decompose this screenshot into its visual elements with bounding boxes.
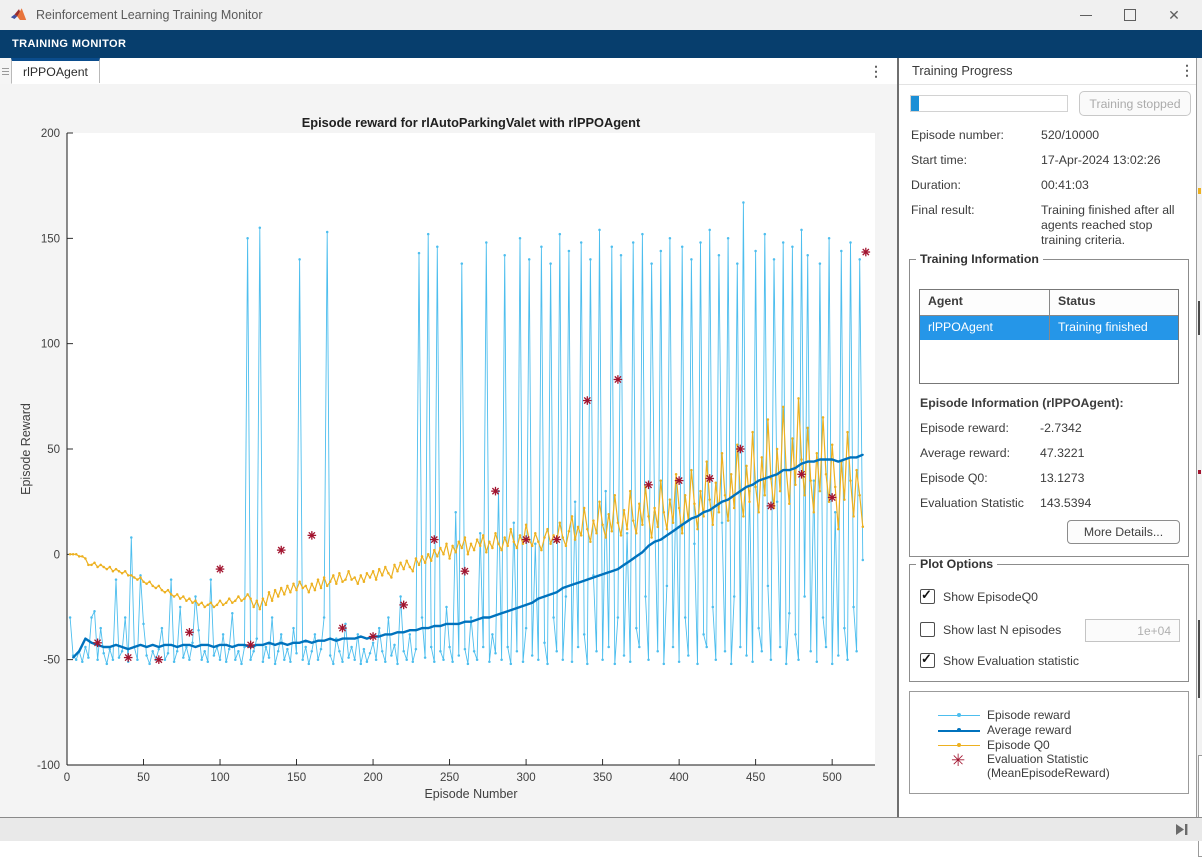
checkbox-icon [920, 622, 935, 637]
training-stopped-button[interactable]: Training stopped [1079, 91, 1191, 116]
legend-label-line2: (MeanEpisodeReward) [987, 766, 1110, 781]
show-evaluation-statistic-checkbox[interactable]: Show Evaluation statistic [920, 653, 1079, 668]
tab-label: rlPPOAgent [23, 65, 88, 79]
training-chart: 0 50 100 150 200 250 300 350 400 450 500 -100 -50 0 50… [0, 84, 897, 817]
horizontal-scroll-strip[interactable] [0, 817, 1202, 841]
tab-rlppoagent[interactable]: rlPPOAgent [11, 58, 100, 83]
training-progress-bar [910, 95, 1068, 112]
status-column-header: Status [1049, 290, 1178, 315]
panel-header: Training Progress ⋮ [899, 58, 1196, 85]
maximize-icon [1124, 9, 1136, 21]
window-controls: ✕ [1064, 0, 1196, 30]
duration-label: Duration: [911, 178, 961, 192]
matlab-logo-icon [10, 7, 28, 23]
average-reward-value: 47.3221 [1040, 446, 1084, 460]
plot-options-title: Plot Options [916, 557, 997, 571]
svg-text:450: 450 [746, 772, 765, 784]
legend-entry-average-reward: Average reward [910, 723, 1188, 738]
svg-text:0: 0 [64, 772, 70, 784]
legend-label-line1: Evaluation Statistic [987, 752, 1088, 767]
asterisk-marker-icon: ✳ [951, 756, 965, 766]
clipped-next-panel-sliver [1196, 58, 1202, 817]
legend-entry-episode-reward: Episode reward [910, 708, 1188, 723]
skip-to-end-icon[interactable] [1174, 823, 1190, 836]
episode-q0-label: Episode Q0: [920, 471, 988, 485]
maximize-button[interactable] [1108, 0, 1152, 30]
evaluation-statistic-value: 143.5394 [1040, 496, 1091, 510]
toolstrip-ribbon: TRAINING MONITOR [0, 30, 1202, 58]
start-time-label: Start time: [911, 153, 967, 167]
svg-text:200: 200 [363, 772, 382, 784]
show-last-n-episodes-label: Show last N episodes [943, 623, 1061, 637]
window-title: Reinforcement Learning Training Monitor [36, 8, 263, 22]
final-result-label: Final result: [911, 203, 975, 217]
episode-information-title: Episode Information (rlPPOAgent): [920, 396, 1124, 410]
training-progress-panel: Training Progress ⋮ Training stopped Epi… [899, 58, 1196, 817]
minimize-button[interactable] [1064, 0, 1108, 30]
svg-text:Episode Reward: Episode Reward [19, 403, 33, 495]
training-information-title: Training Information [916, 252, 1043, 266]
tab-overflow-menu-icon[interactable]: ⋮ [868, 62, 884, 80]
more-details-button[interactable]: More Details... [1067, 520, 1180, 544]
training-information-group: Training Information Agent Status rlPPOA… [909, 259, 1189, 557]
ribbon-tab-training-monitor[interactable]: TRAINING MONITOR [0, 38, 126, 50]
legend-marker-icon [957, 713, 961, 717]
svg-text:-100: -100 [37, 760, 60, 772]
last-n-episodes-input[interactable] [1085, 619, 1180, 642]
average-reward-label: Average reward: [920, 446, 1010, 460]
agent-status-table: Agent Status rlPPOAgent Training finishe… [919, 289, 1179, 384]
episode-reward-value: -2.7342 [1040, 421, 1082, 435]
svg-text:150: 150 [287, 772, 306, 784]
svg-text:100: 100 [210, 772, 229, 784]
episode-reward-label: Episode reward: [920, 421, 1009, 435]
agent-cell: rlPPOAgent [920, 316, 1049, 340]
show-episodeq0-checkbox[interactable]: Show EpisodeQ0 [920, 589, 1038, 604]
status-cell: Training finished [1049, 316, 1178, 340]
duration-value: 00:41:03 [1041, 178, 1193, 193]
svg-text:50: 50 [137, 772, 150, 784]
episode-number-label: Episode number: [911, 128, 1004, 142]
plot-options-group: Plot Options Show EpisodeQ0 Show last N … [909, 564, 1189, 682]
svg-text:Episode reward for rlAutoParki: Episode reward for rlAutoParkingValet wi… [302, 115, 641, 130]
legend-marker-icon [957, 728, 961, 732]
close-icon: ✕ [1168, 8, 1180, 22]
panel-menu-icon[interactable]: ⋮ [1179, 61, 1195, 79]
title-bar: Reinforcement Learning Training Monitor … [0, 0, 1202, 30]
close-button[interactable]: ✕ [1152, 0, 1196, 30]
app-window: { "window": { "title": "Reinforcement Le… [0, 0, 1202, 841]
svg-text:250: 250 [440, 772, 459, 784]
svg-text:400: 400 [670, 772, 689, 784]
svg-text:50: 50 [47, 444, 60, 456]
svg-text:-50: -50 [43, 655, 60, 667]
agent-column-header: Agent [920, 290, 1049, 315]
svg-text:Episode Number: Episode Number [424, 787, 517, 801]
episode-number-value: 520/10000 [1041, 128, 1193, 143]
document-tab-strip: rlPPOAgent ⋮ [0, 58, 897, 85]
svg-text:350: 350 [593, 772, 612, 784]
checkbox-icon [920, 589, 935, 604]
evaluation-statistic-label: Evaluation Statistic [920, 496, 1024, 510]
checkbox-icon [920, 653, 935, 668]
figure-document: 0 50 100 150 200 250 300 350 400 450 500 -100 -50 0 50… [0, 84, 897, 817]
minimize-icon [1080, 15, 1092, 16]
svg-text:0: 0 [54, 549, 60, 561]
start-time-value: 17-Apr-2024 13:02:26 [1041, 153, 1193, 168]
show-episodeq0-label: Show EpisodeQ0 [943, 590, 1038, 604]
progress-fill [911, 96, 919, 111]
show-evaluation-statistic-label: Show Evaluation statistic [943, 654, 1079, 668]
legend-marker-icon [957, 743, 961, 747]
panel-title: Training Progress [912, 63, 1013, 78]
svg-text:100: 100 [41, 339, 60, 351]
svg-text:300: 300 [516, 772, 535, 784]
svg-text:500: 500 [823, 772, 842, 784]
episode-q0-value: 13.1273 [1040, 471, 1084, 485]
legend-entry-evaluation-statistic: ✳ Evaluation Statistic (MeanEpisodeRewar… [910, 752, 1188, 782]
table-row[interactable]: rlPPOAgent Training finished [920, 316, 1178, 340]
chart-legend: Episode reward Average reward Episode Q0… [909, 691, 1189, 794]
final-result-value: Training finished after all agents reach… [1041, 203, 1193, 248]
svg-text:200: 200 [41, 128, 60, 140]
show-last-n-episodes-checkbox[interactable]: Show last N episodes [920, 622, 1061, 637]
table-header-row: Agent Status [920, 290, 1178, 316]
svg-text:150: 150 [41, 233, 60, 245]
